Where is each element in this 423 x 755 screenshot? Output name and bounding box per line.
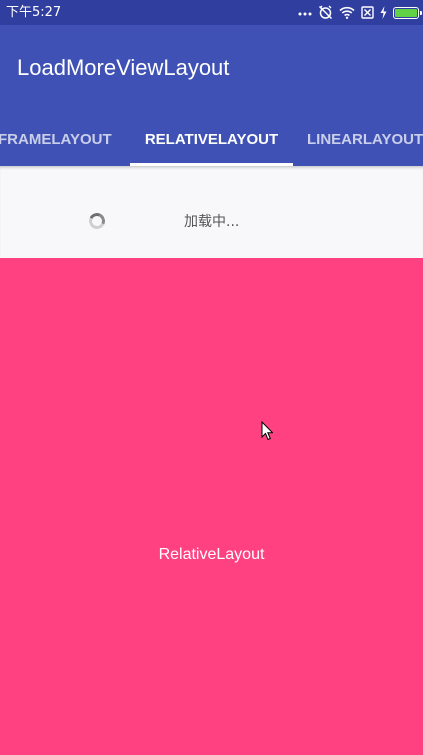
tab-framelayout[interactable]: FRAMELAYOUT [0, 112, 118, 166]
alarm-off-icon [318, 4, 333, 21]
mouse-cursor-icon [261, 421, 273, 441]
status-bar: 下午5:27 [0, 0, 423, 25]
load-more-view: 加载中... [0, 166, 423, 258]
charging-icon [380, 4, 387, 21]
tab-linearlayout[interactable]: LINEARLAYOUT [307, 112, 423, 166]
status-icons [298, 4, 422, 21]
tab-relativelayout[interactable]: RELATIVELAYOUT [130, 112, 293, 166]
content-area[interactable]: RelativeLayout [0, 258, 423, 755]
app-title: LoadMoreViewLayout [17, 55, 230, 80]
loading-text: 加载中... [184, 214, 240, 230]
battery-level [395, 8, 417, 17]
tab-bar: FRAMELAYOUT RELATIVELAYOUT LINEARLAYOUT [0, 112, 423, 166]
wifi-icon [339, 4, 355, 21]
battery-icon [393, 4, 422, 21]
content-label: RelativeLayout [158, 546, 265, 563]
app-bar: LoadMoreViewLayout [0, 25, 423, 112]
status-time: 下午5:27 [6, 5, 62, 20]
more-dots-icon [298, 4, 312, 21]
loading-spinner-icon [86, 210, 108, 232]
screen: 下午5:27 LoadMoreViewLayout FRAMELAYOUT RE… [0, 0, 423, 755]
sim-blocked-icon [361, 4, 374, 21]
